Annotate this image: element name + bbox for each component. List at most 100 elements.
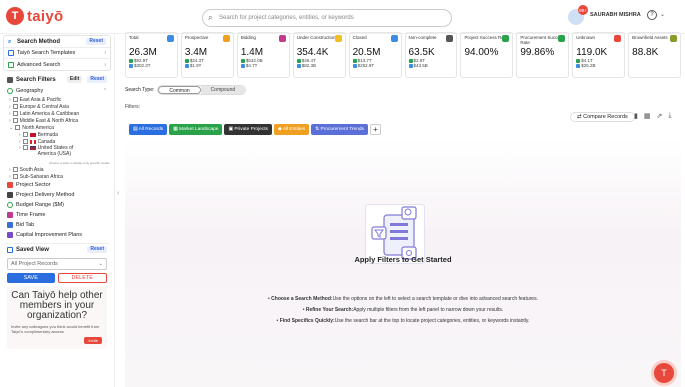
usa-flag-icon <box>29 146 36 150</box>
chevron-right-icon: › <box>9 173 11 180</box>
filter-label: Budget Range ($M) <box>16 202 64 208</box>
checkbox[interactable] <box>15 125 21 130</box>
brownfield-icon <box>670 35 678 42</box>
compare-label: Compare Records <box>583 114 628 120</box>
user-name[interactable]: SAURABH MISHRA <box>590 12 641 18</box>
region-row[interactable]: › Latin America & Caribbean <box>9 110 111 117</box>
region-row[interactable]: › Sub-Saharan Africa <box>9 173 111 180</box>
delete-button[interactable]: DELETE <box>57 273 107 283</box>
country-label: United States of America (USA) <box>37 145 74 157</box>
stat-card-procurement-success[interactable]: Procurement Success Rate 99.86% <box>516 32 570 78</box>
chevron-right-icon: › <box>9 117 11 124</box>
capital-plans-icon <box>7 232 13 238</box>
search-type-common[interactable]: Common <box>158 86 201 94</box>
saved-view-select[interactable]: All Project Records ⌄ <box>7 258 107 270</box>
filter-budget-range[interactable]: Budget Range ($M) <box>3 200 111 210</box>
checkbox[interactable] <box>12 167 18 172</box>
checkbox[interactable] <box>12 97 18 102</box>
value-icon <box>184 58 189 63</box>
budget-icon <box>7 202 13 208</box>
value-icon <box>352 63 357 68</box>
chevron-down-icon: ⌄ <box>9 124 14 131</box>
card-sub: $1.9T <box>184 63 230 68</box>
search-type-compound[interactable]: Compound <box>200 86 246 94</box>
checkbox[interactable] <box>22 132 28 137</box>
tab-private-projects[interactable]: ▣ Private Projects <box>224 124 272 135</box>
bar-chart-icon[interactable]: ▮ <box>634 112 638 120</box>
chevron-right-icon: › <box>104 61 106 68</box>
tab-all-records[interactable]: ▤ All Records <box>129 124 168 135</box>
filter-project-sector[interactable]: Project Sector <box>3 180 111 190</box>
edit-filters-button[interactable]: Edit <box>66 76 83 83</box>
bermuda-flag-icon <box>29 132 36 137</box>
value-icon <box>129 63 133 68</box>
download-icon[interactable]: ⤓ <box>668 112 671 120</box>
chevron-right-icon: › <box>9 103 11 110</box>
region-row[interactable]: › South Asia <box>9 166 111 173</box>
search-method-panel: ⌕ Search Method Reset Taiyō Search Templ… <box>3 35 111 71</box>
stat-card-total[interactable]: Total 26.3M $92.9T $302.3T <box>125 32 178 78</box>
country-row[interactable]: › United States of America (USA) <box>19 145 111 161</box>
country-row[interactable]: › Canada <box>19 138 111 145</box>
checkbox[interactable] <box>12 104 18 109</box>
card-sub-value: $302.3T <box>134 63 151 68</box>
sidebar-item-label: Advanced Search <box>17 61 61 68</box>
saved-view-reset-button[interactable]: Reset <box>87 246 107 253</box>
stat-card-brownfield[interactable]: Brownfield Assets 88.8K <box>628 32 682 78</box>
checkbox[interactable] <box>12 118 18 123</box>
search-type-label: Search Type: <box>125 87 155 93</box>
stat-card-project-success[interactable]: Project Success Rate 94.00% <box>460 32 514 78</box>
bookmark-icon <box>7 246 13 253</box>
help-icon[interactable]: ? <box>647 10 657 20</box>
card-sub: $82.3B <box>296 63 342 68</box>
search-input[interactable]: ⌕ Search for project categories, entitie… <box>202 9 452 27</box>
filter-capital-plans[interactable]: Capital Improvement Plans <box>3 230 111 240</box>
notification-bell-icon[interactable]: 99+ <box>568 5 588 25</box>
share-icon[interactable]: ⇗ <box>656 112 662 120</box>
stat-card-non-complete[interactable]: Non-complete 63.5K $2.9T $43.5B <box>404 32 458 78</box>
logo[interactable]: T taiyō <box>6 7 64 25</box>
checkbox[interactable] <box>12 111 18 116</box>
collapse-sidebar-icon[interactable]: ‹ <box>117 190 119 197</box>
tab-market-landscape[interactable]: ▦ Market Landscape <box>169 124 223 135</box>
search-method-reset-button[interactable]: Reset <box>86 38 106 45</box>
empty-state-title: Apply Filters to Get Started <box>354 255 452 264</box>
stat-card-prospective[interactable]: Prospective 3.4M $24.3T $1.9T <box>180 32 234 78</box>
stat-card-under-construction[interactable]: Under Construction 354.4K $46.4T $82.3B <box>292 32 346 78</box>
filters-label: Filters: <box>125 104 140 110</box>
country-row[interactable]: › Bermuda <box>19 131 111 138</box>
stat-card-closed[interactable]: Closed 20.5M $13.7T $252.9T <box>348 32 402 78</box>
region-row[interactable]: › East Asia & Pacific <box>9 96 111 103</box>
tab-label: All Records <box>138 127 164 132</box>
save-button[interactable]: SAVE <box>7 273 55 283</box>
tab-procurement-trends[interactable]: ⇅ Procurement Trends <box>311 124 368 135</box>
invite-button[interactable]: Invite <box>84 337 102 344</box>
stat-card-unknown[interactable]: Unknown 119.0K $4.1T $25.2B <box>572 32 626 78</box>
compare-records-button[interactable]: ⇄ Compare Records <box>570 112 635 122</box>
tab-label: All Entities <box>282 127 306 132</box>
filter-bid-tab[interactable]: Bid Tab <box>3 220 111 230</box>
sidebar-item-advanced[interactable]: Advanced Search › <box>4 58 110 70</box>
checkbox[interactable] <box>22 139 28 144</box>
region-row[interactable]: › Europe & Central Asia <box>9 103 111 110</box>
region-row[interactable]: ⌄ North America <box>9 124 111 131</box>
stat-card-bidding[interactable]: Bidding 1.4M $532.0B $4.7T <box>236 32 290 78</box>
chevron-right-icon: › <box>19 145 21 151</box>
checkbox[interactable] <box>22 145 28 150</box>
chat-assistant-button[interactable]: T <box>654 363 674 383</box>
geography-filter[interactable]: Geography ⌃ <box>3 85 111 96</box>
line-heading: Find Specifics Quickly: <box>279 318 335 324</box>
tab-all-entities[interactable]: ◆ All Entities <box>273 124 310 135</box>
add-tab-button[interactable]: + <box>369 124 381 135</box>
chevron-down-icon[interactable]: ⌄ <box>660 11 665 18</box>
saved-view-actions: SAVE DELETE <box>7 273 107 283</box>
sidebar-item-templates[interactable]: Taiyō Search Templates › <box>4 47 110 58</box>
card-value: 1.4M <box>240 47 264 58</box>
card-sub-value: $43.5B <box>413 63 428 68</box>
reset-filters-button[interactable]: Reset <box>87 76 107 83</box>
checkbox[interactable] <box>12 174 18 179</box>
filter-delivery-method[interactable]: Project Delivery Method <box>3 190 111 200</box>
filter-time-frame[interactable]: Time Frame <box>3 210 111 220</box>
grid-icon[interactable]: ▦ <box>644 112 651 120</box>
region-row[interactable]: › Middle East & North Africa <box>9 117 111 124</box>
